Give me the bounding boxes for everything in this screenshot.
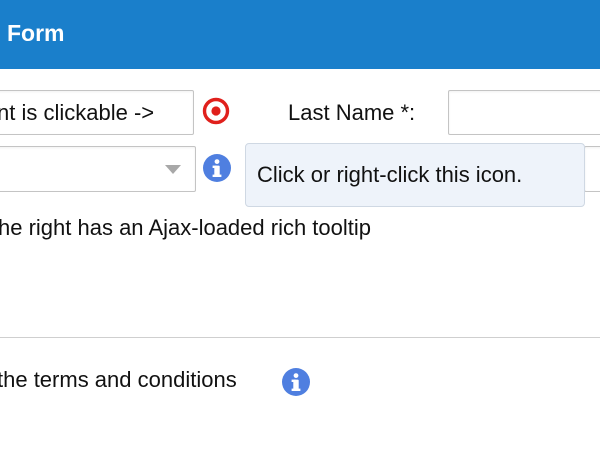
tooltip-text: Click or right-click this icon. (257, 162, 523, 187)
terms-label: the terms and conditions (0, 367, 237, 392)
clickable-field-value: nt is clickable -> (0, 100, 155, 125)
last-name-label: Last Name *: (288, 100, 416, 125)
divider (0, 337, 600, 338)
last-name-field[interactable] (448, 90, 600, 135)
chevron-down-icon[interactable] (165, 165, 181, 174)
terms-info-icon[interactable] (282, 368, 310, 396)
form-page: Form nt is clickable -> Last Name *: Cli… (0, 0, 600, 450)
target-icon[interactable] (202, 97, 230, 125)
form-header: Form (0, 0, 600, 69)
ajax-tooltip-hint: he right has an Ajax-loaded rich tooltip (0, 215, 372, 240)
right-field[interactable] (584, 146, 600, 192)
tooltip: Click or right-click this icon. (245, 143, 585, 207)
info-icon[interactable] (203, 154, 231, 182)
form-title: Form (7, 20, 65, 46)
clickable-text-field[interactable]: nt is clickable -> (0, 90, 194, 135)
